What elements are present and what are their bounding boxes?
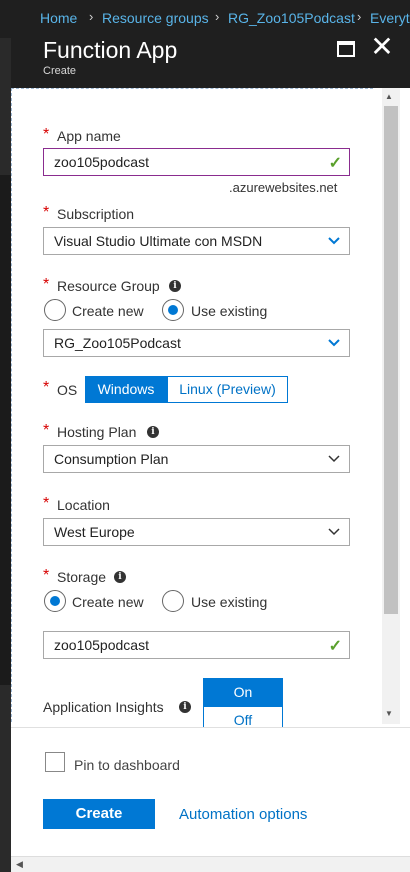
- required-asterisk: *: [43, 495, 50, 512]
- left-background-panel: [0, 175, 11, 685]
- hosting-plan-select[interactable]: Consumption Plan: [43, 445, 350, 473]
- focus-outline: [11, 88, 12, 722]
- maximize-icon[interactable]: [337, 41, 355, 57]
- storage-label: Storage: [57, 569, 107, 585]
- app-insights-label: Application Insights: [43, 699, 164, 715]
- required-asterisk: *: [43, 204, 50, 221]
- scroll-down-icon[interactable]: ▼: [385, 709, 393, 718]
- close-icon[interactable]: ✕: [369, 33, 395, 61]
- required-asterisk: *: [43, 422, 50, 439]
- location-label: Location: [57, 497, 110, 513]
- pin-to-dashboard-checkbox[interactable]: [45, 752, 65, 772]
- storage-input[interactable]: zoo105podcast ✓: [43, 631, 350, 659]
- app-insights-off[interactable]: Off: [203, 706, 283, 727]
- blade-header: Function App Create ✕: [11, 28, 410, 88]
- storage-value: zoo105podcast: [54, 637, 149, 653]
- chevron-down-icon: [328, 528, 340, 536]
- app-name-input[interactable]: zoo105podcast ✓: [43, 148, 350, 176]
- info-icon[interactable]: i: [179, 701, 191, 713]
- subscription-value: Visual Studio Ultimate con MSDN: [54, 233, 263, 249]
- required-asterisk: *: [43, 276, 50, 293]
- storage-use-existing-label[interactable]: Use existing: [191, 594, 267, 610]
- app-name-label: App name: [57, 128, 121, 144]
- os-option-windows[interactable]: Windows: [85, 376, 167, 403]
- breadcrumb-resource-groups[interactable]: Resource groups: [102, 10, 209, 26]
- page-title: Function App: [43, 37, 178, 63]
- info-icon[interactable]: i: [147, 426, 159, 438]
- info-icon[interactable]: i: [169, 280, 181, 292]
- resource-group-select[interactable]: RG_Zoo105Podcast: [43, 329, 350, 357]
- location-value: West Europe: [54, 524, 135, 540]
- checkmark-icon: ✓: [328, 155, 342, 172]
- required-asterisk: *: [43, 567, 50, 584]
- chevron-right-icon: ›: [215, 9, 220, 24]
- pin-to-dashboard-label[interactable]: Pin to dashboard: [74, 757, 180, 773]
- storage-use-existing-radio[interactable]: [162, 590, 184, 612]
- chevron-right-icon: ›: [89, 9, 94, 24]
- create-button[interactable]: Create: [43, 799, 155, 829]
- app-name-value: zoo105podcast: [54, 154, 149, 170]
- chevron-down-icon: [328, 339, 340, 347]
- resource-group-create-new-radio[interactable]: [44, 299, 66, 321]
- hosting-plan-value: Consumption Plan: [54, 451, 169, 467]
- resource-group-label: Resource Group: [57, 278, 160, 294]
- required-asterisk: *: [43, 126, 50, 143]
- page-subtitle: Create: [43, 65, 77, 77]
- resource-group-use-existing-radio[interactable]: [162, 299, 184, 321]
- os-label: OS: [57, 382, 78, 398]
- chevron-down-icon: [328, 237, 340, 245]
- chevron-right-icon: ›: [357, 9, 362, 24]
- automation-options-link[interactable]: Automation options: [179, 806, 307, 823]
- app-insights-on[interactable]: On: [203, 678, 283, 706]
- footer-divider: [11, 727, 410, 728]
- scrollbar-thumb[interactable]: [384, 106, 398, 614]
- resource-group-value: RG_Zoo105Podcast: [54, 335, 181, 351]
- location-select[interactable]: West Europe: [43, 518, 350, 546]
- resource-group-use-existing-label[interactable]: Use existing: [191, 303, 267, 319]
- required-asterisk: *: [43, 379, 50, 396]
- storage-create-new-label[interactable]: Create new: [72, 594, 144, 610]
- breadcrumb-resource-group[interactable]: RG_Zoo105Podcast: [228, 10, 355, 26]
- chevron-down-icon: [328, 455, 340, 463]
- os-option-linux[interactable]: Linux (Preview): [167, 376, 288, 403]
- scroll-left-icon[interactable]: ◀: [16, 859, 23, 870]
- subscription-label: Subscription: [57, 206, 135, 222]
- info-icon[interactable]: i: [114, 571, 126, 583]
- horizontal-scrollbar[interactable]: ◀: [11, 856, 410, 872]
- subscription-select[interactable]: Visual Studio Ultimate con MSDN: [43, 227, 350, 255]
- app-name-suffix: .azurewebsites.net: [229, 180, 338, 195]
- scroll-up-icon[interactable]: ▲: [385, 92, 393, 101]
- breadcrumb-home[interactable]: Home: [40, 10, 77, 26]
- checkmark-icon: ✓: [328, 638, 342, 655]
- hosting-plan-label: Hosting Plan: [57, 424, 137, 440]
- storage-create-new-radio[interactable]: [44, 590, 66, 612]
- resource-group-create-new-label[interactable]: Create new: [72, 303, 144, 319]
- focus-outline: [11, 88, 373, 89]
- breadcrumb-everything[interactable]: Everyth: [370, 10, 410, 26]
